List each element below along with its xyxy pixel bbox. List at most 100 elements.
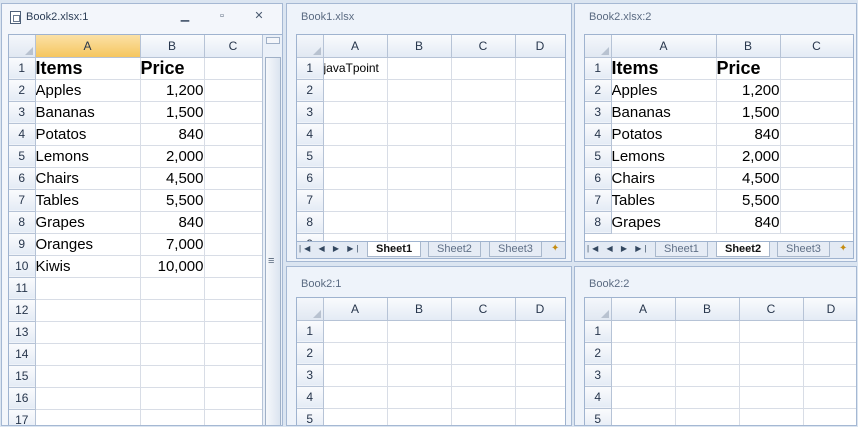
cell-b5[interactable] — [387, 145, 452, 168]
select-all-corner[interactable] — [585, 35, 612, 58]
cell-d1[interactable] — [803, 320, 856, 343]
sheet-tab-sheet3[interactable]: Sheet3 — [777, 242, 830, 257]
cell-a2[interactable] — [323, 342, 388, 365]
row-header[interactable]: 4 — [585, 386, 612, 409]
cell-a3[interactable] — [323, 101, 388, 124]
sheet-tab-sheet3[interactable]: Sheet3 — [489, 242, 542, 257]
cell-b8[interactable]: 840 — [140, 211, 205, 234]
row-header[interactable]: 2 — [297, 79, 324, 102]
cell-a16[interactable] — [35, 387, 141, 410]
sheet-nav-icon[interactable]: |◀ ◀ ▶ ▶| — [587, 244, 649, 253]
cell-a1[interactable]: Items — [611, 57, 717, 80]
cell-a6[interactable]: Chairs — [611, 167, 717, 190]
worksheet-grid[interactable]: ABCD 12345 — [296, 297, 566, 425]
cell-c5[interactable] — [780, 145, 853, 168]
column-header-a[interactable]: A — [35, 35, 141, 58]
cell-c16[interactable] — [204, 387, 263, 410]
cell-b15[interactable] — [140, 365, 205, 388]
column-header-a[interactable]: A — [611, 298, 676, 321]
cell-d5[interactable] — [515, 408, 565, 425]
cell-d3[interactable] — [803, 364, 856, 387]
cell-a7[interactable] — [323, 189, 388, 212]
cell-c1[interactable] — [780, 57, 853, 80]
sheet-table[interactable]: ABC 1 Items Price 2 Apples 1,200 3 Bananas 1,500… — [585, 35, 853, 234]
cell-c1[interactable] — [204, 57, 263, 80]
cell-c12[interactable] — [204, 299, 263, 322]
cell-c7[interactable] — [780, 189, 853, 212]
row-header[interactable]: 5 — [297, 145, 324, 168]
cell-d4[interactable] — [803, 386, 856, 409]
cell-c6[interactable] — [451, 167, 516, 190]
cell-b3[interactable]: 1,500 — [140, 101, 205, 124]
cell-c2[interactable] — [739, 342, 804, 365]
cell-a7[interactable]: Tables — [35, 189, 141, 212]
row-header[interactable]: 6 — [297, 167, 324, 190]
row-header[interactable]: 9 — [9, 233, 36, 256]
restore-icon[interactable]: ▫ — [215, 10, 229, 22]
cell-c6[interactable] — [780, 167, 853, 190]
column-header-b[interactable]: B — [387, 35, 452, 58]
cell-c4[interactable] — [739, 386, 804, 409]
row-header[interactable]: 5 — [585, 408, 612, 425]
cell-c6[interactable] — [204, 167, 263, 190]
cell-a4[interactable]: Potatos — [35, 123, 141, 146]
split-box[interactable] — [266, 37, 280, 44]
column-header-c[interactable]: C — [739, 298, 804, 321]
cell-a7[interactable]: Tables — [611, 189, 717, 212]
cell-c5[interactable] — [739, 408, 804, 425]
cell-a6[interactable] — [323, 167, 388, 190]
cell-b4[interactable] — [387, 386, 452, 409]
cell-b4[interactable]: 840 — [140, 123, 205, 146]
sheet-nav-icon[interactable]: |◀ ◀ ▶ ▶| — [299, 244, 361, 253]
cell-b1[interactable] — [387, 57, 452, 80]
row-header[interactable]: 2 — [9, 79, 36, 102]
row-header[interactable]: 8 — [9, 211, 36, 234]
row-header[interactable]: 14 — [9, 343, 36, 366]
cell-b1[interactable]: Price — [716, 57, 781, 80]
row-header[interactable]: 2 — [585, 342, 612, 365]
cell-c2[interactable] — [780, 79, 853, 102]
cell-d5[interactable] — [515, 145, 565, 168]
row-header[interactable]: 3 — [585, 364, 612, 387]
row-header[interactable]: 16 — [9, 387, 36, 410]
cell-a3[interactable] — [611, 364, 676, 387]
cell-b13[interactable] — [140, 321, 205, 344]
cell-a14[interactable] — [35, 343, 141, 366]
cell-b7[interactable]: 5,500 — [716, 189, 781, 212]
row-header[interactable]: 1 — [585, 320, 612, 343]
worksheet-grid[interactable]: ABC 1 Items Price 2 Apples 1,200 3 Bananas 1,500… — [584, 34, 854, 259]
cell-a10[interactable]: Kiwis — [35, 255, 141, 278]
cell-b16[interactable] — [140, 387, 205, 410]
cell-b12[interactable] — [140, 299, 205, 322]
column-header-a[interactable]: A — [323, 298, 388, 321]
select-all-corner[interactable] — [297, 35, 324, 58]
cell-b3[interactable] — [675, 364, 740, 387]
cell-d2[interactable] — [515, 79, 565, 102]
cell-b1[interactable]: Price — [140, 57, 205, 80]
cell-b11[interactable] — [140, 277, 205, 300]
cell-b3[interactable] — [387, 364, 452, 387]
cell-b1[interactable] — [675, 320, 740, 343]
cell-a3[interactable]: Bananas — [611, 101, 717, 124]
column-header-b[interactable]: B — [140, 35, 205, 58]
cell-b5[interactable] — [675, 408, 740, 425]
worksheet-grid[interactable]: ABC 1 Items Price 2 Apples 1,200 3 Bananas 1,500… — [8, 34, 282, 425]
cell-b5[interactable]: 2,000 — [716, 145, 781, 168]
cell-b17[interactable] — [140, 409, 205, 425]
cell-a11[interactable] — [35, 277, 141, 300]
cell-c1[interactable] — [739, 320, 804, 343]
cell-a2[interactable]: Apples — [35, 79, 141, 102]
cell-a1[interactable]: Items — [35, 57, 141, 80]
cell-a5[interactable] — [323, 408, 388, 425]
cell-b7[interactable] — [387, 189, 452, 212]
cell-c4[interactable] — [451, 123, 516, 146]
cell-c8[interactable] — [451, 211, 516, 234]
cell-d7[interactable] — [515, 189, 565, 212]
cell-c5[interactable] — [451, 145, 516, 168]
cell-a8[interactable] — [323, 211, 388, 234]
sheet-table[interactable]: ABCD 12345 — [585, 298, 856, 425]
cell-a1[interactable] — [323, 320, 388, 343]
title-bar[interactable]: Book2:2 — [575, 267, 856, 295]
row-header[interactable]: 6 — [9, 167, 36, 190]
cell-a4[interactable]: Potatos — [611, 123, 717, 146]
